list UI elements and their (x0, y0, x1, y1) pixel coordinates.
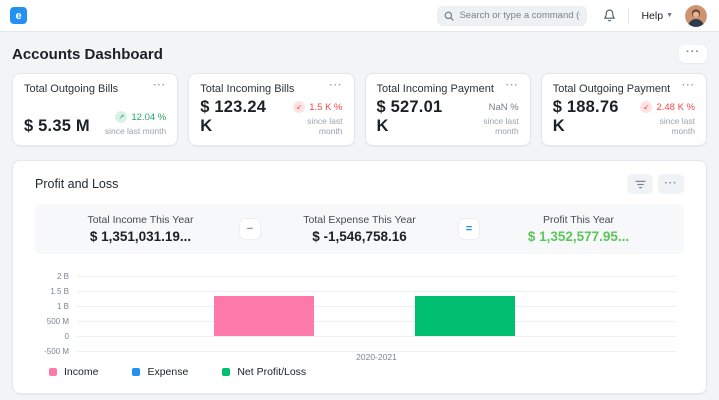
x-axis-label: 2020-2021 (77, 352, 676, 362)
stat-card-value: $ 527.01 K (377, 98, 459, 136)
ellipsis-icon: ··· (665, 182, 678, 186)
chart-filter-button[interactable] (627, 174, 653, 194)
chart-legend: Income Expense Net Profit/Loss (13, 364, 706, 378)
chevron-down-icon: ▼ (666, 12, 673, 19)
stat-card[interactable]: Total Outgoing Payment ··· $ 188.76 K ↙ … (541, 73, 707, 146)
page-header: Accounts Dashboard ··· (0, 32, 719, 73)
card-menu-icon[interactable]: ··· (682, 83, 695, 89)
stat-cards-row: Total Outgoing Bills ··· $ 5.35 M ↗ 12.0… (0, 73, 719, 146)
comparison-period-label: since last month (458, 116, 519, 136)
legend-swatch-icon (222, 368, 230, 376)
legend-label: Expense (147, 366, 188, 378)
stat-card-title: Total Incoming Bills (200, 83, 294, 95)
gridline (77, 321, 676, 322)
y-axis-tick-label: 1 B (13, 302, 69, 311)
comparison-period-label: since last month (282, 116, 343, 136)
filter-icon (635, 180, 646, 189)
top-navbar: e Search or type a command (Ctrl + G) He… (0, 0, 719, 32)
global-search-input[interactable]: Search or type a command (Ctrl + G) (437, 6, 587, 26)
card-menu-icon[interactable]: ··· (506, 83, 519, 89)
stat-card-title: Total Incoming Payment (377, 83, 494, 95)
y-axis-tick-label: 1.5 B (13, 287, 69, 296)
trend-percentage: 1.5 K % (309, 102, 342, 113)
summary-stat-value: $ -1,546,758.16 (260, 229, 459, 244)
equals-operator-icon: = (459, 219, 479, 239)
stat-card-title: Total Outgoing Bills (24, 83, 118, 95)
minus-operator-icon: − (240, 219, 260, 239)
bar-net-profit-loss[interactable] (415, 296, 516, 337)
page-title: Accounts Dashboard (12, 46, 163, 63)
y-axis-tick-label: 2 B (13, 272, 69, 281)
gridline (77, 306, 676, 307)
summary-stat-value: $ 1,351,031.19... (41, 229, 240, 244)
legend-item[interactable]: Income (49, 366, 98, 378)
summary-stat-value: $ 1,352,577.95... (479, 229, 678, 244)
search-placeholder: Search or type a command (Ctrl + G) (459, 10, 580, 21)
stat-card-value: $ 188.76 K (553, 98, 635, 136)
user-avatar[interactable] (685, 5, 707, 27)
stat-card-value: $ 123.24 K (200, 98, 282, 136)
bar-income[interactable] (214, 296, 315, 337)
legend-item[interactable]: Expense (132, 366, 188, 378)
stat-card[interactable]: Total Incoming Bills ··· $ 123.24 K ↙ 1.… (188, 73, 354, 146)
trend-indicator: NaN % (458, 102, 519, 113)
card-menu-icon[interactable]: ··· (330, 83, 343, 89)
trend-indicator: ↗ 12.04 % (105, 111, 166, 123)
legend-swatch-icon (49, 368, 57, 376)
page-menu-button[interactable]: ··· (679, 45, 707, 63)
help-label: Help (641, 10, 663, 22)
comparison-period-label: since last month (105, 126, 166, 136)
legend-label: Income (64, 366, 98, 378)
chart-summary-band: Total Income This Year $ 1,351,031.19...−… (35, 204, 684, 254)
y-axis-tick-label: -500 M (13, 347, 69, 356)
notifications-bell-icon[interactable] (603, 9, 616, 22)
trend-percentage: 2.48 K % (656, 102, 695, 113)
search-icon (444, 11, 454, 21)
stat-card[interactable]: Total Outgoing Bills ··· $ 5.35 M ↗ 12.0… (12, 73, 178, 146)
summary-stat: Total Expense This Year $ -1,546,758.16 (260, 214, 459, 244)
help-menu[interactable]: Help ▼ (641, 10, 673, 22)
gridline (77, 291, 676, 292)
trend-arrow-icon: ↗ (115, 111, 127, 123)
gridline (77, 336, 676, 337)
gridline (77, 276, 676, 277)
chart-plot (77, 276, 676, 351)
trend-percentage: 12.04 % (131, 112, 166, 123)
comparison-period-label: since last month (634, 116, 695, 136)
stat-card-value: $ 5.35 M (24, 117, 90, 136)
trend-indicator: ↙ 1.5 K % (282, 101, 343, 113)
legend-swatch-icon (132, 368, 140, 376)
app-logo[interactable]: e (10, 7, 27, 24)
trend-arrow-icon: ↙ (640, 101, 652, 113)
stat-card[interactable]: Total Incoming Payment ··· $ 527.01 K Na… (365, 73, 531, 146)
summary-stat-label: Total Expense This Year (260, 214, 459, 226)
chart-menu-button[interactable]: ··· (658, 174, 684, 194)
chart-title: Profit and Loss (35, 177, 118, 191)
summary-stat-label: Total Income This Year (41, 214, 240, 226)
summary-stat: Total Income This Year $ 1,351,031.19... (41, 214, 240, 244)
summary-stat-label: Profit This Year (479, 214, 678, 226)
legend-label: Net Profit/Loss (237, 366, 306, 378)
trend-indicator: ↙ 2.48 K % (634, 101, 695, 113)
profit-loss-card: Profit and Loss ··· Total Income This Ye… (12, 160, 707, 394)
legend-item[interactable]: Net Profit/Loss (222, 366, 306, 378)
stat-card-title: Total Outgoing Payment (553, 83, 670, 95)
y-axis-tick-label: 500 M (13, 317, 69, 326)
bar-chart: 2020-2021 2 B 1.5 B 1 B 500 M 0 -500 M (13, 270, 698, 364)
y-axis-tick-label: 0 (13, 332, 69, 341)
trend-percentage: NaN % (489, 102, 519, 113)
trend-arrow-icon: ↙ (293, 101, 305, 113)
nav-divider (628, 8, 629, 24)
card-menu-icon[interactable]: ··· (153, 83, 166, 89)
summary-stat: Profit This Year $ 1,352,577.95... (479, 214, 678, 244)
